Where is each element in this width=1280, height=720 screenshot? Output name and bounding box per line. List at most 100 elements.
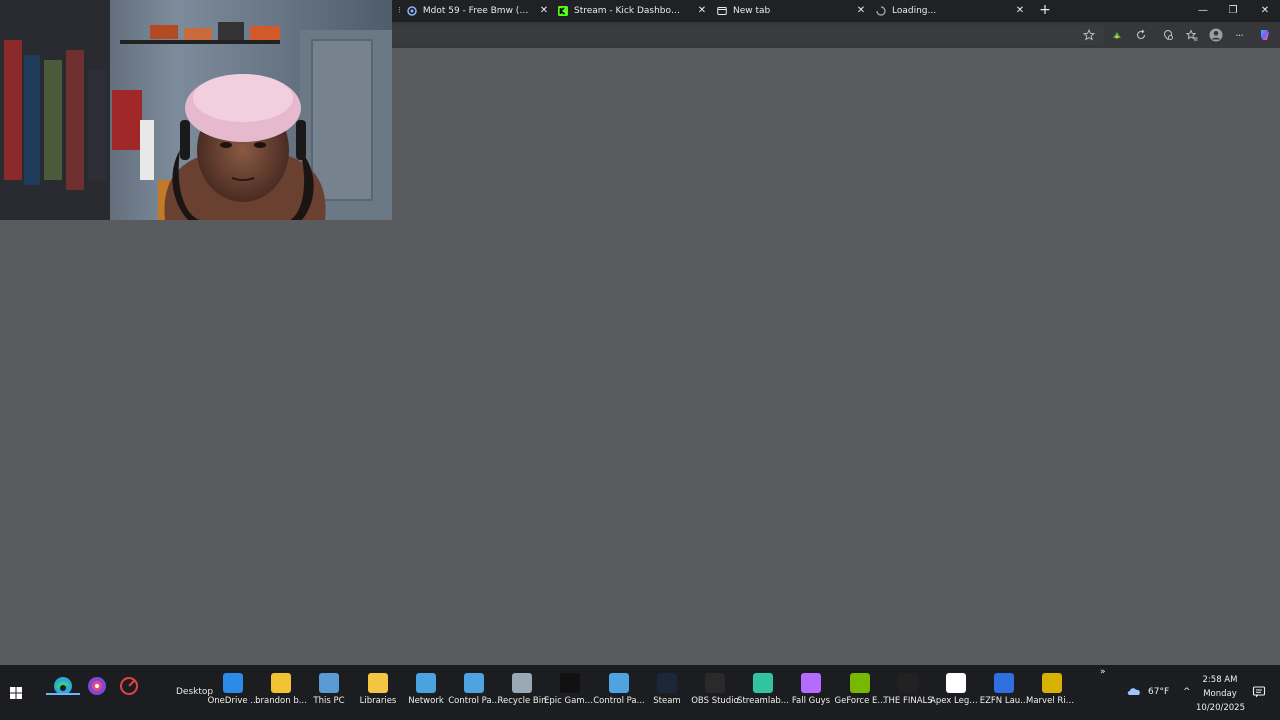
app-icon-purple[interactable]: [84, 673, 110, 699]
desktop-shortcut[interactable]: OneDrive ...: [207, 669, 259, 717]
shortcut-label: Epic Game...: [544, 696, 596, 706]
circle-icon: [407, 6, 417, 16]
screen: ⁝ Mdot 59 - Free Bmw (DirBy... ✕ Stream …: [0, 0, 1280, 720]
desktop-shortcut[interactable]: Network: [402, 669, 450, 717]
system-clock[interactable]: 2:58 AM Monday 10/20/2025: [1196, 673, 1245, 715]
tab-title: Mdot 59 - Free Bmw (DirBy...: [422, 6, 531, 16]
desktop-shortcut[interactable]: Streamlab...: [737, 669, 789, 717]
toolbar-overflow-icon[interactable]: »: [1100, 667, 1106, 720]
desktop-shortcut[interactable]: THE FINALS: [883, 669, 933, 717]
desktop-shortcut[interactable]: Control Pa...: [593, 669, 645, 717]
shortcut-icon: [705, 673, 725, 693]
shortcut-label: OBS Studio: [691, 696, 739, 706]
shortcut-icon: [657, 673, 677, 693]
loading-spinner-icon: [876, 6, 886, 16]
more-menu-icon[interactable]: ···: [1230, 26, 1248, 44]
shortcut-label: Libraries: [359, 696, 397, 706]
start-button[interactable]: [6, 683, 26, 703]
desktop-shortcut[interactable]: GeForce E...: [834, 669, 886, 717]
clock-time: 2:58 AM: [1202, 675, 1238, 685]
tab-loading[interactable]: Loading... ✕: [876, 0, 1026, 22]
desktop-shortcut[interactable]: Epic Game...: [544, 669, 596, 717]
shortcut-label: brandon b...: [255, 696, 307, 706]
show-hidden-icons-chevron[interactable]: ^: [1183, 687, 1191, 720]
notification-center-icon[interactable]: [1252, 685, 1266, 699]
close-tab-icon[interactable]: ✕: [855, 5, 867, 17]
weather-cloud-icon[interactable]: [1126, 685, 1140, 697]
desktop-shortcut[interactable]: This PC: [305, 669, 353, 717]
shortcut-label: GeForce E...: [834, 696, 886, 706]
shortcut-label: EZFN Lau...: [979, 696, 1029, 706]
shortcut-label: Recycle Bin: [497, 696, 547, 706]
webcam-feed-image: [0, 0, 392, 220]
desktop-shortcut[interactable]: Fall Guys: [787, 669, 835, 717]
desktop-shortcut[interactable]: OBS Studio: [691, 669, 739, 717]
shortcut-label: Control Pa...: [448, 696, 500, 706]
new-tab-button[interactable]: +: [1037, 2, 1053, 18]
restore-button[interactable]: ❐: [1218, 0, 1248, 22]
desktop-shortcut[interactable]: Control Pa...: [448, 669, 500, 717]
shortcut-icon: [560, 673, 580, 693]
clock-day: Monday: [1203, 689, 1237, 699]
tab-search-icon[interactable]: ⁝: [398, 6, 401, 16]
shortcut-label: Fall Guys: [791, 696, 831, 706]
tab-kick-dashboard[interactable]: Stream - Kick Dashboard ✕: [558, 0, 708, 22]
desktop-shortcut[interactable]: EZFN Lau...: [980, 669, 1028, 717]
shortcut-icon: [319, 673, 339, 693]
profile-avatar-icon[interactable]: [1207, 26, 1225, 44]
shortcut-label: Network: [408, 696, 444, 706]
active-app-indicator: [46, 693, 80, 695]
minimize-button[interactable]: —: [1188, 0, 1218, 22]
close-tab-icon[interactable]: ✕: [538, 5, 550, 17]
copilot-icon[interactable]: [1256, 26, 1274, 44]
desktop-shortcut[interactable]: Apex Lege...: [930, 669, 982, 717]
desktop-shortcut[interactable]: Recycle Bin: [497, 669, 547, 717]
shortcut-icon: [946, 673, 966, 693]
shortcut-label: Apex Lege...: [930, 696, 982, 706]
refresh-extension-icon[interactable]: [1132, 26, 1150, 44]
shortcut-label: Steam: [653, 696, 681, 706]
shortcut-label: OneDrive ...: [207, 696, 259, 706]
shortcut-icon: [368, 673, 388, 693]
browser-essentials-icon[interactable]: [1159, 26, 1177, 44]
windows-logo-icon: [10, 687, 22, 699]
shortcut-icon: [801, 673, 821, 693]
tab-title: New tab: [733, 6, 771, 16]
desktop-shortcut[interactable]: Marvel Riv...: [1026, 669, 1078, 717]
edge-browser-icon[interactable]: [50, 673, 76, 699]
windows-taskbar: Desktop OneDrive ... brandon b... This PC L…: [0, 665, 1280, 720]
kick-logo-icon: [558, 6, 568, 16]
shortcut-label: THE FINALS: [883, 696, 933, 706]
clock-date: 10/20/2025: [1196, 703, 1245, 713]
tab-title: Stream - Kick Dashboard: [574, 6, 684, 16]
extension-icon[interactable]: [1108, 26, 1126, 44]
shortcut-icon: [1042, 673, 1062, 693]
weather-temperature[interactable]: 67°F: [1148, 687, 1169, 720]
shortcut-label: Control Pa...: [593, 696, 645, 706]
desktop-shortcut[interactable]: Libraries: [354, 669, 402, 717]
webcam-overlay: [0, 0, 392, 220]
app-icon-red[interactable]: [116, 673, 142, 699]
address-bar[interactable]: [392, 25, 1104, 45]
shortcut-label: Marvel Riv...: [1026, 696, 1078, 706]
close-tab-icon[interactable]: ✕: [1014, 5, 1026, 17]
close-window-button[interactable]: ✕: [1250, 0, 1280, 22]
shortcut-icon: [850, 673, 870, 693]
tab-title: Loading...: [892, 6, 937, 16]
shortcut-icon: [512, 673, 532, 693]
shortcut-icon: [223, 673, 243, 693]
shortcut-label: This PC: [313, 696, 345, 706]
shortcut-label: Streamlab...: [737, 696, 789, 706]
desktop-shortcut[interactable]: brandon b...: [255, 669, 307, 717]
shortcut-icon: [753, 673, 773, 693]
desktop-shortcut[interactable]: Steam: [643, 669, 691, 717]
favorites-icon[interactable]: [1183, 26, 1201, 44]
shortcut-icon: [464, 673, 484, 693]
tab-group-indicator[interactable]: ⁝ Mdot 59 - Free Bmw (DirBy... ✕: [398, 0, 550, 22]
shortcut-icon: [271, 673, 291, 693]
tab-new-tab[interactable]: New tab ✕: [717, 0, 867, 22]
close-tab-icon[interactable]: ✕: [696, 5, 708, 17]
star-icon[interactable]: [1080, 26, 1098, 44]
shortcut-icon: [416, 673, 436, 693]
newtab-page-icon: [717, 6, 727, 16]
